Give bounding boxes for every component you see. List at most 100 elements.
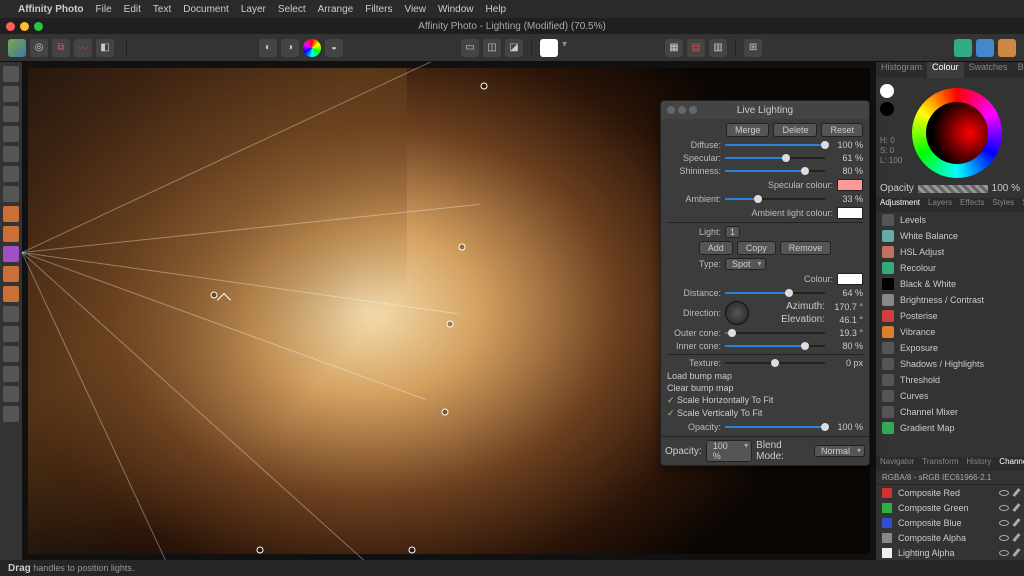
app-name[interactable]: Affinity Photo bbox=[18, 4, 84, 15]
diffuse-slider[interactable] bbox=[725, 140, 825, 150]
merge-button[interactable]: Merge bbox=[726, 123, 770, 137]
light-colour-swatch[interactable] bbox=[837, 273, 863, 285]
secondary-colour-icon[interactable] bbox=[880, 102, 894, 116]
selection-brush-icon[interactable] bbox=[3, 146, 19, 162]
close-icon[interactable] bbox=[667, 106, 675, 114]
visibility-icon[interactable] bbox=[999, 550, 1009, 556]
close-icon[interactable] bbox=[6, 22, 15, 31]
reset-button[interactable]: Reset bbox=[821, 123, 863, 137]
tab-navigator[interactable]: Navigator bbox=[876, 457, 918, 471]
pen-tool-icon[interactable] bbox=[3, 346, 19, 362]
direction-dial[interactable] bbox=[725, 301, 749, 325]
dodge-tool-icon[interactable] bbox=[3, 286, 19, 302]
persona-tone-icon[interactable]: 〰 bbox=[74, 39, 92, 57]
light-handle[interactable] bbox=[447, 321, 454, 328]
channel-item[interactable]: Composite Alpha bbox=[876, 530, 1024, 545]
persona-liquify-icon[interactable]: ◎ bbox=[30, 39, 48, 57]
tab-swatches[interactable]: Swatches bbox=[964, 62, 1013, 78]
light-handle[interactable] bbox=[459, 244, 466, 251]
outercone-slider[interactable] bbox=[725, 328, 825, 338]
snapping-icon[interactable]: ⊞ bbox=[744, 39, 762, 57]
menu-select[interactable]: Select bbox=[278, 4, 306, 15]
menu-layer[interactable]: Layer bbox=[241, 4, 266, 15]
tab-layers[interactable]: Layers bbox=[924, 198, 956, 212]
tab-effects[interactable]: Effects bbox=[956, 198, 988, 212]
distance-slider[interactable] bbox=[725, 288, 825, 298]
adjustment-item[interactable]: Posterise bbox=[876, 308, 1024, 324]
menu-document[interactable]: Document bbox=[183, 4, 229, 15]
remove-button[interactable]: Remove bbox=[780, 241, 832, 255]
zoom-icon[interactable] bbox=[689, 106, 697, 114]
hand-tool-icon[interactable] bbox=[3, 66, 19, 82]
menu-edit[interactable]: Edit bbox=[124, 4, 141, 15]
marquee-tool-icon[interactable] bbox=[3, 166, 19, 182]
clear-bump-button[interactable]: Clear bump map bbox=[667, 383, 863, 393]
adjustment-item[interactable]: Exposure bbox=[876, 340, 1024, 356]
bump-opacity-slider[interactable] bbox=[725, 422, 825, 432]
ambient-slider[interactable] bbox=[725, 194, 825, 204]
primary-colour-icon[interactable] bbox=[880, 84, 894, 98]
tab-histogram[interactable]: Histogram bbox=[876, 62, 927, 78]
edit-icon[interactable] bbox=[1012, 488, 1020, 497]
autolevels-icon[interactable]: ◐ bbox=[259, 39, 277, 57]
preferences-icon[interactable] bbox=[976, 39, 994, 57]
arrangeback-icon[interactable]: ▤ bbox=[687, 39, 705, 57]
menu-text[interactable]: Text bbox=[153, 4, 171, 15]
adjustment-item[interactable]: Vibrance bbox=[876, 324, 1024, 340]
adjustment-item[interactable]: HSL Adjust bbox=[876, 244, 1024, 260]
edit-icon[interactable] bbox=[1012, 503, 1020, 512]
visibility-icon[interactable] bbox=[999, 490, 1009, 496]
adjustment-item[interactable]: Curves bbox=[876, 388, 1024, 404]
text-tool-icon[interactable] bbox=[3, 386, 19, 402]
ambient-colour-swatch[interactable] bbox=[837, 207, 863, 219]
fill-tool-icon[interactable] bbox=[3, 226, 19, 242]
scale-v-check[interactable]: Scale Vertically To Fit bbox=[667, 408, 863, 419]
edit-icon[interactable] bbox=[1012, 533, 1020, 542]
flood-select-icon[interactable] bbox=[3, 186, 19, 202]
selection-sub-icon[interactable]: ◪ bbox=[505, 39, 523, 57]
adjustment-item[interactable]: White Balance bbox=[876, 228, 1024, 244]
texture-slider[interactable] bbox=[725, 358, 825, 368]
smudge-tool-icon[interactable] bbox=[3, 246, 19, 262]
shininess-slider[interactable] bbox=[725, 166, 825, 176]
light-handle[interactable] bbox=[409, 547, 416, 554]
adjustment-item[interactable]: Black & White bbox=[876, 276, 1024, 292]
tab-stock[interactable]: Stock bbox=[1018, 198, 1024, 212]
light-handle[interactable] bbox=[442, 409, 449, 416]
erase-tool-icon[interactable] bbox=[3, 306, 19, 322]
tab-history[interactable]: History bbox=[962, 457, 995, 471]
tab-adjustment[interactable]: Adjustment bbox=[876, 198, 924, 212]
visibility-icon[interactable] bbox=[999, 505, 1009, 511]
colour-picker-icon[interactable] bbox=[3, 106, 19, 122]
blend-mode-select[interactable]: Normal bbox=[814, 445, 865, 457]
channel-item[interactable]: Composite Green bbox=[876, 500, 1024, 515]
account-icon[interactable] bbox=[954, 39, 972, 57]
menu-window[interactable]: Window bbox=[438, 4, 474, 15]
zoom-icon[interactable] bbox=[34, 22, 43, 31]
light-handle[interactable] bbox=[257, 547, 264, 554]
move-tool-icon[interactable] bbox=[3, 86, 19, 102]
adjustment-item[interactable]: Channel Mixer bbox=[876, 404, 1024, 420]
edit-icon[interactable] bbox=[1012, 518, 1020, 527]
tab-brushes[interactable]: Brushes bbox=[1013, 62, 1024, 78]
paint-brush-icon[interactable] bbox=[3, 206, 19, 222]
light-handle[interactable] bbox=[211, 292, 218, 299]
help-icon[interactable] bbox=[998, 39, 1016, 57]
live-lighting-panel[interactable]: Live Lighting Merge Delete Reset Diffuse… bbox=[660, 100, 870, 466]
adjustment-item[interactable]: Recolour bbox=[876, 260, 1024, 276]
visibility-icon[interactable] bbox=[999, 520, 1009, 526]
light-stepper[interactable]: 1 bbox=[725, 226, 740, 238]
healing-tool-icon[interactable] bbox=[3, 326, 19, 342]
innercone-slider[interactable] bbox=[725, 341, 825, 351]
layer-opacity-select[interactable]: 100 % bbox=[706, 440, 752, 462]
selection-new-icon[interactable]: ▭ bbox=[461, 39, 479, 57]
edit-icon[interactable] bbox=[1012, 548, 1020, 557]
colour-wheel[interactable] bbox=[912, 88, 1002, 178]
tab-colour[interactable]: Colour bbox=[927, 62, 964, 78]
channel-item[interactable]: Composite Red bbox=[876, 485, 1024, 500]
autocontrast-icon[interactable]: ◑ bbox=[281, 39, 299, 57]
add-button[interactable]: Add bbox=[699, 241, 733, 255]
minimize-icon[interactable] bbox=[678, 106, 686, 114]
quickmask-icon[interactable] bbox=[540, 39, 558, 57]
menu-file[interactable]: File bbox=[96, 4, 112, 15]
